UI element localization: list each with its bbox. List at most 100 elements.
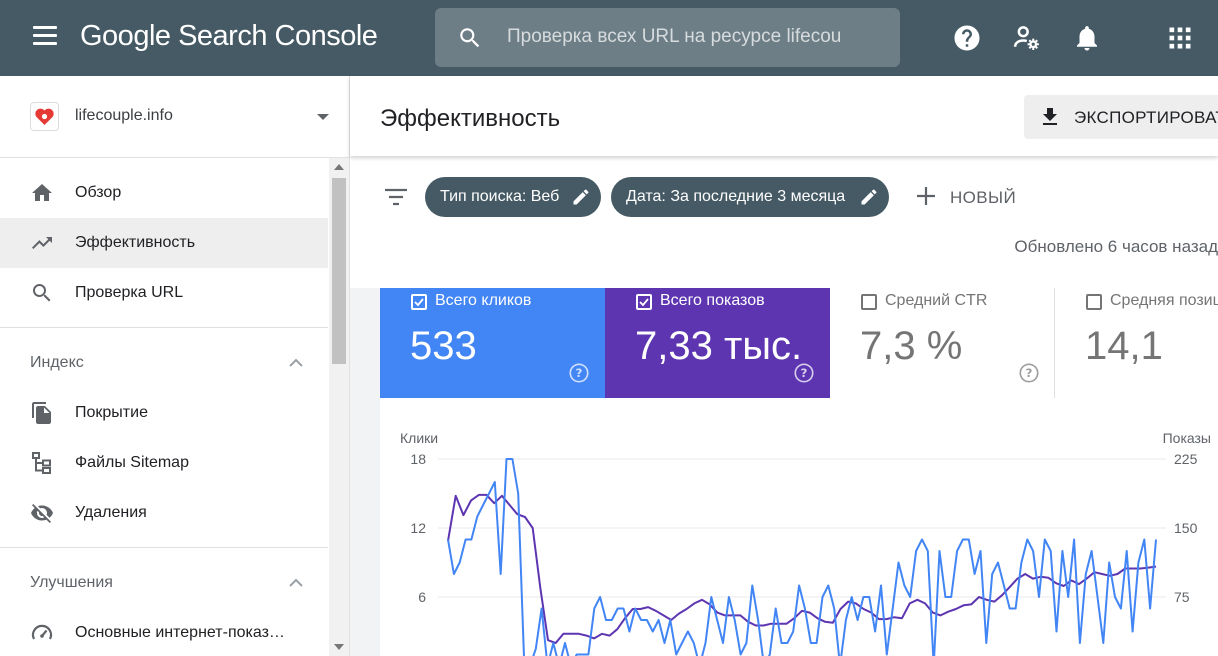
app-title: Google Search Console — [80, 20, 378, 52]
metric-card-clicks[interactable]: Всего кликов 533 ? — [380, 288, 605, 398]
coverage-icon — [32, 402, 51, 424]
sidebar-item-removals[interactable]: Удаления — [0, 488, 328, 538]
right-tick-label: 75 — [1174, 589, 1190, 605]
page-title: Эффективность — [380, 105, 561, 132]
sidebar-item-label: Проверка URL — [75, 284, 184, 301]
checkbox-checked-icon[interactable] — [636, 294, 652, 310]
edit-icon[interactable] — [571, 187, 591, 207]
metric-title: Всего показов — [660, 292, 765, 309]
performance-chart-panel: Клики Показы 18 225 12 150 6 75 — [380, 398, 1218, 656]
removals-icon — [31, 504, 53, 523]
last-updated-text: Обновлено 6 часов назад — [1014, 237, 1218, 256]
sitemap-icon — [32, 452, 51, 474]
impressions-series-line — [447, 493, 1157, 644]
menu-icon[interactable] — [33, 26, 57, 46]
filter-chip-date[interactable]: Дата: За последние 3 месяца — [611, 177, 889, 217]
left-tick-label: 12 — [410, 520, 426, 536]
metric-value: 533 — [410, 324, 477, 368]
dropdown-caret-icon — [317, 114, 329, 120]
left-tick-label: 6 — [418, 589, 426, 605]
sidebar-scrollbar[interactable] — [329, 158, 349, 656]
sidebar-item-label: Удаления — [75, 504, 147, 521]
new-filter-label: НОВЫЙ — [950, 188, 1017, 207]
sidebar-item-label: Файлы Sitemap — [75, 454, 189, 471]
metric-card-position[interactable]: Средняя позиция 14,1 — [1055, 288, 1218, 398]
svg-text:?: ? — [1026, 366, 1033, 380]
right-tick-label: 150 — [1174, 520, 1198, 536]
search-icon — [33, 284, 51, 302]
chevron-up-icon — [289, 578, 303, 587]
section-label: Улучшения — [30, 574, 113, 591]
filter-chip-search-type[interactable]: Тип поиска: Веб — [425, 177, 601, 217]
checkbox-checked-icon[interactable] — [411, 294, 427, 310]
sidebar-item-overview[interactable]: Обзор — [0, 168, 328, 218]
right-tick-label: 225 — [1174, 451, 1198, 467]
sidebar-item-url-inspection[interactable]: Проверка URL — [0, 268, 328, 318]
property-name: lifecouple.info — [75, 107, 173, 124]
export-button[interactable]: ЭКСПОРТИРОВАТЬ — [1024, 95, 1218, 139]
svg-text:?: ? — [576, 366, 583, 380]
sidebar-item-label: Покрытие — [75, 404, 148, 421]
help-outline-icon[interactable]: ? — [1018, 362, 1040, 384]
metric-card-ctr[interactable]: Средний CTR 7,3 % ? — [830, 288, 1055, 398]
help-icon[interactable] — [952, 23, 982, 53]
export-label: ЭКСПОРТИРОВАТЬ — [1074, 108, 1218, 127]
sidebar: lifecouple.info Обзор Эффективность Пров… — [0, 76, 350, 656]
divider — [0, 327, 328, 328]
metric-value: 7,33 тыс. — [635, 324, 803, 368]
metric-card-impressions[interactable]: Всего показов 7,33 тыс. ? — [605, 288, 830, 398]
plus-icon — [917, 187, 935, 205]
help-outline-icon[interactable]: ? — [568, 362, 590, 384]
search-input[interactable] — [507, 22, 887, 52]
metric-value: 7,3 % — [860, 324, 963, 368]
search-box[interactable] — [435, 8, 900, 67]
search-icon — [460, 28, 480, 48]
section-label: Индекс — [30, 354, 84, 371]
sidebar-item-performance[interactable]: Эффективность — [0, 218, 328, 268]
metric-value: 14,1 — [1085, 324, 1163, 368]
home-icon — [32, 184, 52, 201]
sidebar-item-sitemaps[interactable]: Файлы Sitemap — [0, 438, 328, 488]
divider — [0, 547, 328, 548]
checkbox-unchecked-icon[interactable] — [1086, 294, 1102, 310]
sidebar-item-core-web-vitals[interactable]: Основные интернет-показ… — [0, 608, 328, 656]
property-favicon — [30, 102, 59, 131]
checkbox-unchecked-icon[interactable] — [861, 294, 877, 310]
download-icon — [1043, 108, 1057, 125]
chip-label: Дата: За последние 3 месяца — [626, 188, 846, 205]
scroll-down-icon[interactable] — [334, 644, 344, 650]
clicks-series-line — [447, 458, 1157, 656]
apps-icon[interactable] — [1166, 24, 1194, 52]
left-axis-label: Клики — [400, 430, 438, 446]
user-settings-icon[interactable] — [1012, 23, 1042, 53]
metric-title: Всего кликов — [435, 292, 532, 309]
scrollbar-thumb[interactable] — [332, 178, 346, 364]
chip-label: Тип поиска: Веб — [440, 188, 560, 205]
chart-gridlines — [438, 458, 1166, 598]
metric-title: Средний CTR — [885, 292, 988, 309]
page-header: Эффективность ЭКСПОРТИРОВАТЬ — [350, 76, 1218, 156]
sidebar-item-coverage[interactable]: Покрытие — [0, 388, 328, 438]
web-vitals-icon — [31, 624, 53, 640]
sidebar-item-label: Эффективность — [75, 234, 196, 251]
svg-text:?: ? — [801, 366, 808, 380]
property-selector[interactable]: lifecouple.info — [0, 76, 349, 158]
chevron-up-icon — [289, 358, 303, 367]
sidebar-item-label: Основные интернет-показ… — [75, 624, 285, 641]
help-outline-icon[interactable]: ? — [793, 362, 815, 384]
notifications-icon[interactable] — [1072, 23, 1102, 53]
chart-series — [447, 458, 1157, 656]
section-enhancements[interactable]: Улучшения — [0, 558, 328, 608]
trending-up-icon — [32, 237, 52, 249]
edit-icon[interactable] — [859, 187, 879, 207]
scroll-up-icon[interactable] — [334, 164, 344, 170]
metric-title: Средняя позиция — [1110, 292, 1218, 309]
top-app-bar: Google Search Console — [0, 0, 1218, 76]
right-axis-label: Показы — [1163, 430, 1211, 446]
section-index[interactable]: Индекс — [0, 338, 328, 388]
left-tick-label: 18 — [410, 451, 426, 467]
performance-chart[interactable]: Клики Показы 18 225 12 150 6 75 — [380, 398, 1218, 656]
sidebar-item-label: Обзор — [75, 184, 122, 201]
filter-bar: Тип поиска: Веб Дата: За последние 3 мес… — [350, 156, 1218, 288]
filter-icon[interactable] — [383, 187, 409, 207]
